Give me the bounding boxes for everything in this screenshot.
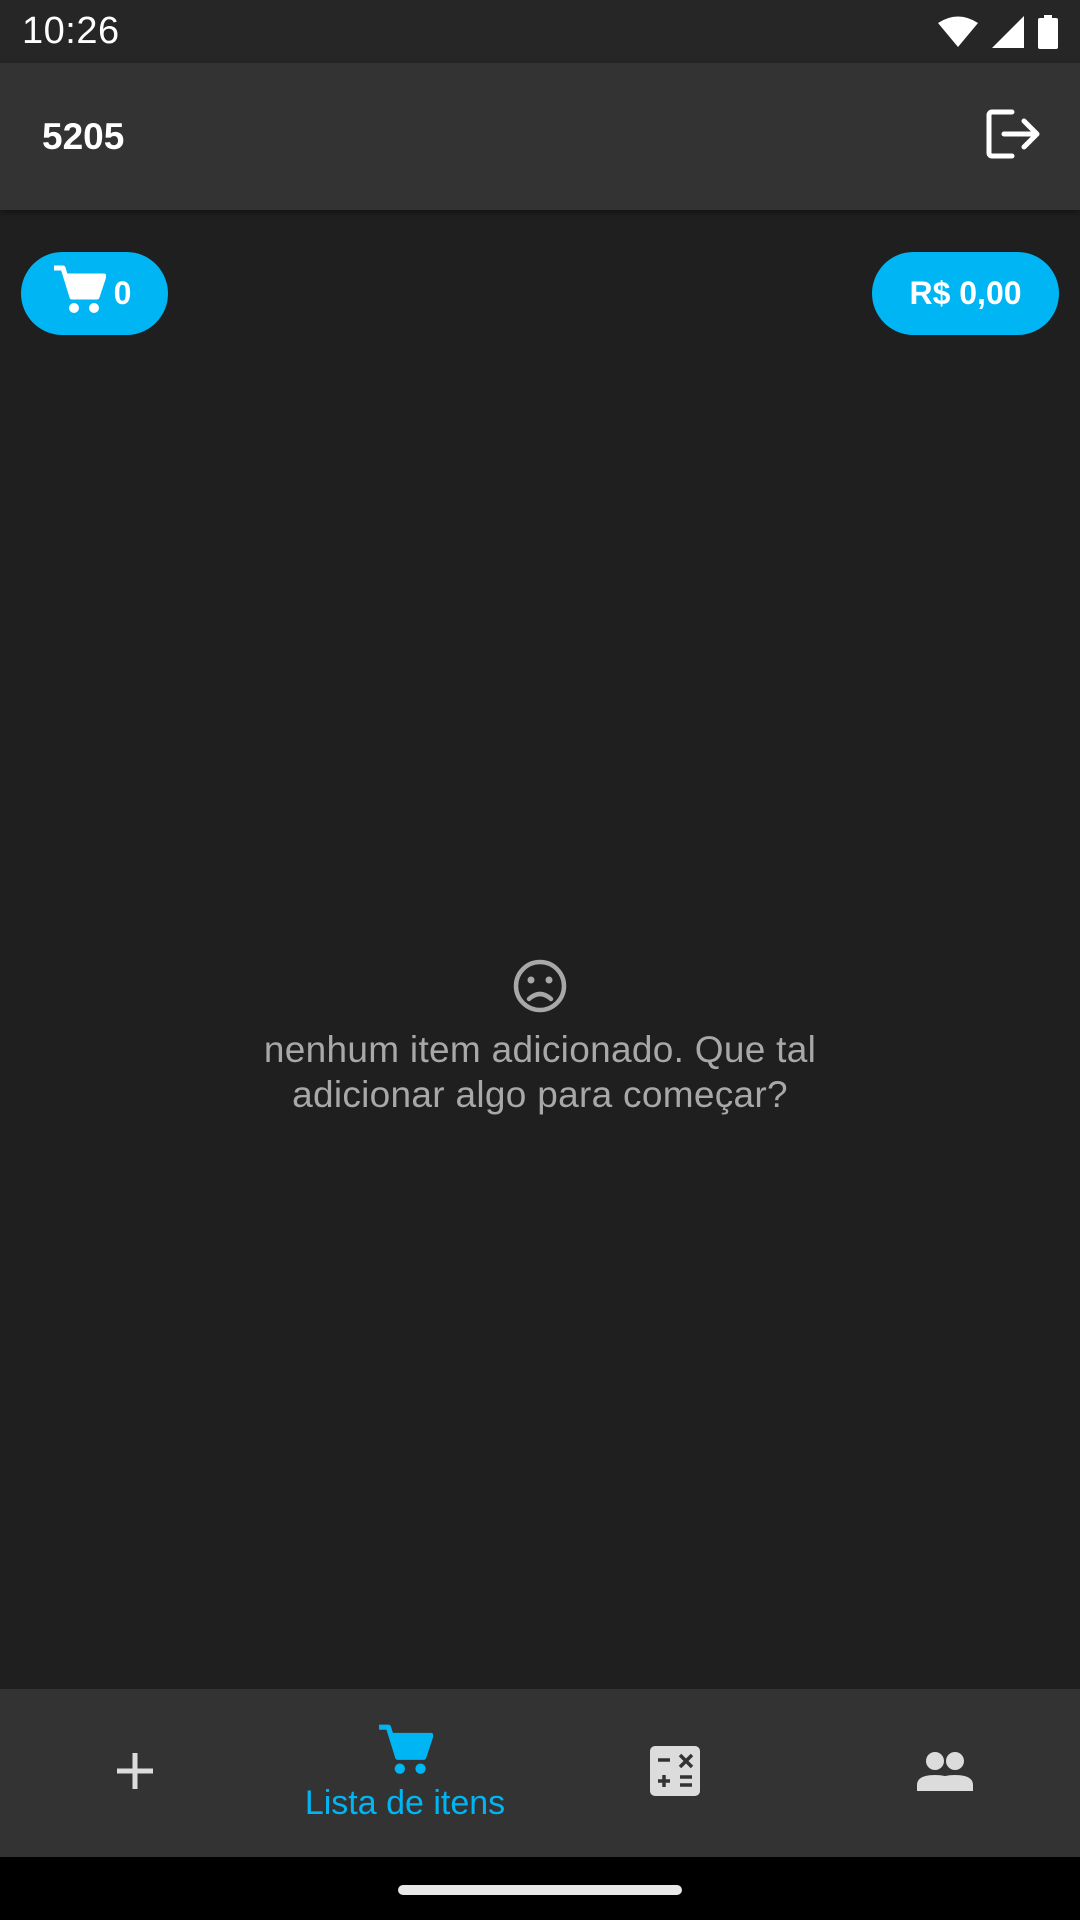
- calculator-icon: [650, 1745, 700, 1801]
- people-icon: [915, 1751, 975, 1796]
- home-gesture-handle[interactable]: [398, 1885, 682, 1895]
- total-value: R$ 0,00: [909, 275, 1022, 311]
- app-bar: 5205: [0, 63, 1080, 210]
- plus-icon: [115, 1751, 155, 1796]
- total-button[interactable]: R$ 0,00: [872, 252, 1059, 335]
- nav-item-list[interactable]: Lista de itens: [270, 1689, 540, 1857]
- logout-button[interactable]: [974, 97, 1054, 177]
- status-icons: [938, 14, 1058, 49]
- page-title: 5205: [42, 115, 125, 157]
- status-bar: 10:26: [0, 0, 1080, 63]
- system-nav-bar: [0, 1857, 1080, 1920]
- battery-icon: [1038, 14, 1058, 49]
- sad-face-icon: [512, 958, 568, 1019]
- nav-calculator[interactable]: [540, 1689, 810, 1857]
- bottom-nav: Lista de itens: [0, 1689, 1080, 1857]
- nav-add[interactable]: [0, 1689, 270, 1857]
- cart-icon: [52, 264, 107, 324]
- wifi-icon: [938, 16, 978, 48]
- cart-icon: [377, 1723, 434, 1782]
- empty-state: nenhum item adicionado. Que tal adiciona…: [0, 958, 1080, 1117]
- status-time: 10:26: [22, 10, 120, 52]
- logout-icon: [986, 108, 1042, 165]
- cart-count: 0: [113, 275, 132, 311]
- nav-people[interactable]: [810, 1689, 1080, 1857]
- signal-icon: [992, 15, 1024, 48]
- nav-label-list: Lista de itens: [304, 1784, 506, 1822]
- cart-count-button[interactable]: 0: [21, 252, 168, 335]
- empty-message: nenhum item adicionado. Que tal adiciona…: [263, 1029, 817, 1115]
- screen: 10:26 5205 0 R$ 0,00 nenhum item adicion…: [0, 0, 1080, 1920]
